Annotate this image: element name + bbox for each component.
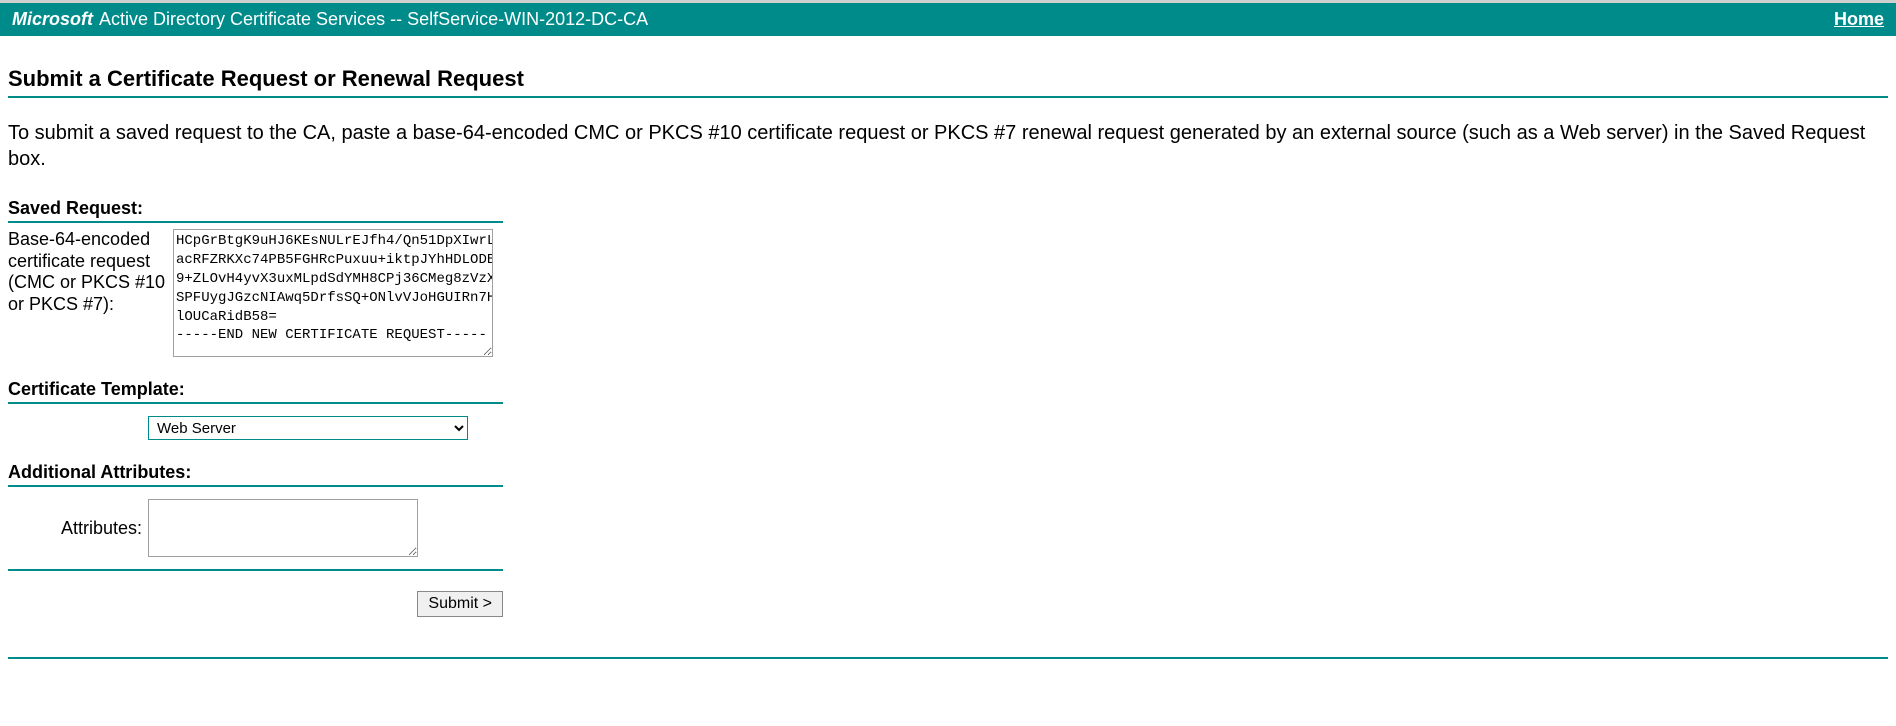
saved-request-field-label: Base-64-encoded certificate request (CMC… [8,229,173,315]
title-divider [8,96,1888,98]
saved-request-textarea[interactable] [173,229,493,357]
certificate-template-select[interactable]: Web Server [148,416,468,440]
submit-button[interactable]: Submit > [417,591,503,617]
attributes-field-label: Attributes: [8,518,148,539]
saved-request-section: Saved Request: Base-64-encoded certifica… [8,198,503,357]
additional-attributes-section-label: Additional Attributes: [8,462,503,487]
home-link[interactable]: Home [1834,9,1884,30]
header-service-title: Active Directory Certificate Services --… [99,9,648,30]
certificate-template-section-label: Certificate Template: [8,379,503,404]
brand-label: Microsoft [12,9,93,30]
saved-request-section-label: Saved Request: [8,198,503,223]
page-description: To submit a saved request to the CA, pas… [8,120,1888,172]
page-bottom-divider [8,657,1888,659]
header-title-group: Microsoft Active Directory Certificate S… [12,9,648,30]
submit-row: Submit > [8,581,503,627]
attributes-textarea[interactable] [148,499,418,557]
attributes-bottom-divider [8,569,503,571]
header-bar: Microsoft Active Directory Certificate S… [0,0,1896,36]
certificate-template-section: Certificate Template: Web Server [8,379,503,440]
page-title: Submit a Certificate Request or Renewal … [8,66,1888,92]
additional-attributes-section: Additional Attributes: Attributes: [8,462,503,571]
